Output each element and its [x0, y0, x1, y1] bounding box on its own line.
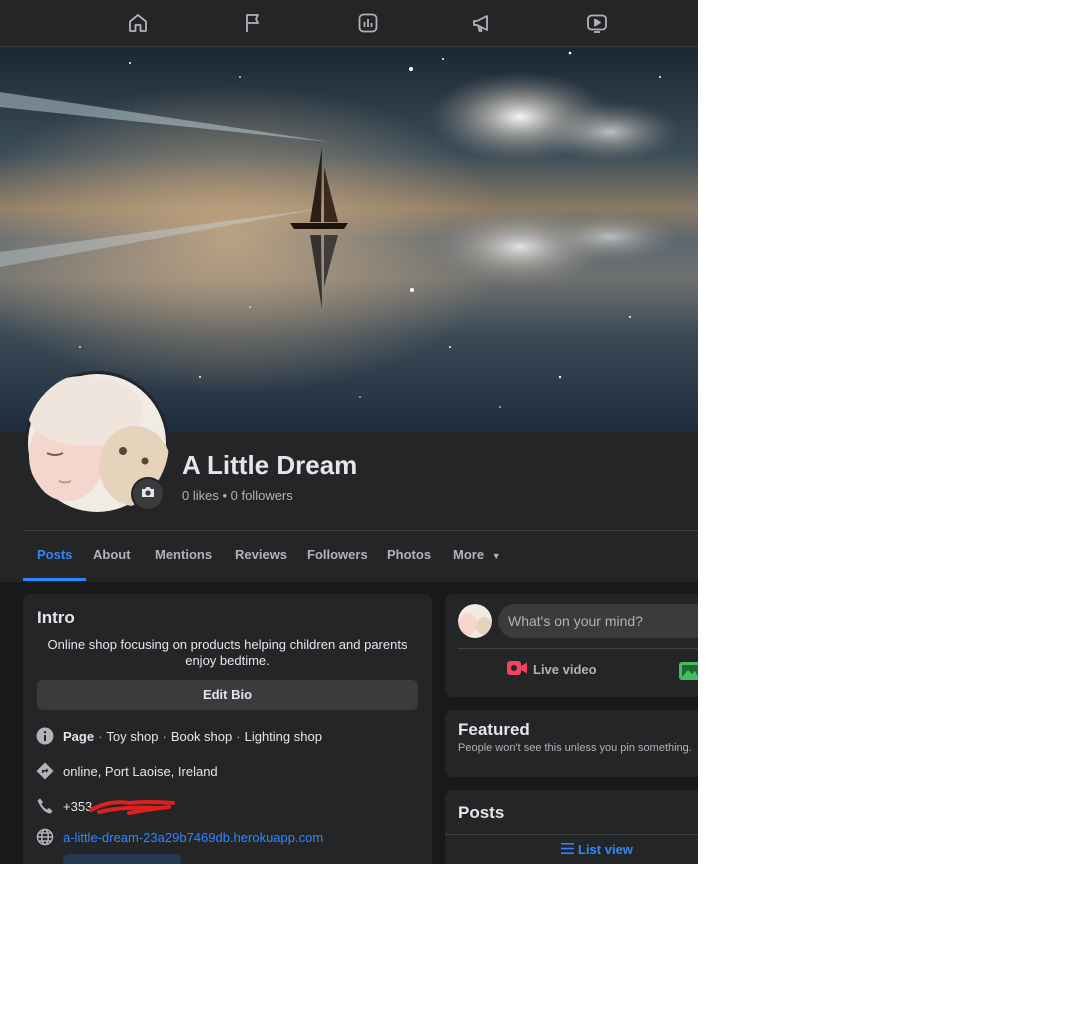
composer-divider	[458, 648, 698, 649]
info-row-location: online, Port Laoise, Ireland	[35, 760, 218, 782]
info-row-website: a-little-dream-23a29b7469db.herokuapp.co…	[35, 826, 323, 848]
posts-title: Posts	[458, 803, 505, 822]
live-video-button[interactable]: Live video	[507, 660, 597, 679]
tab-reviews[interactable]: Reviews	[235, 531, 287, 581]
featured-title: Featured	[458, 720, 530, 739]
post-composer: What's on your mind? Live video	[445, 594, 698, 697]
watch-icon[interactable]	[585, 11, 609, 35]
posts-divider	[445, 834, 698, 835]
tab-mentions[interactable]: Mentions	[155, 531, 212, 581]
category-lighting-shop[interactable]: Lighting shop	[245, 729, 322, 744]
list-view-label: List view	[578, 842, 633, 857]
flag-icon[interactable]	[241, 11, 265, 35]
category-book-shop[interactable]: Book shop	[171, 729, 232, 744]
globe-icon	[35, 827, 55, 847]
location-text: online, Port Laoise, Ireland	[63, 763, 218, 779]
phone-icon	[35, 796, 55, 816]
tab-followers[interactable]: Followers	[307, 531, 368, 581]
category-toy-shop[interactable]: Toy shop	[106, 729, 158, 744]
list-view-button[interactable]: List view	[561, 842, 633, 857]
tab-photos[interactable]: Photos	[387, 531, 431, 581]
separator-dot: ·	[98, 728, 103, 744]
tab-about[interactable]: About	[93, 531, 131, 581]
tab-posts[interactable]: Posts	[23, 531, 87, 581]
live-video-label: Live video	[533, 662, 597, 677]
megaphone-icon[interactable]	[470, 11, 494, 35]
intro-title: Intro	[37, 608, 75, 627]
phone-number: +353	[63, 798, 93, 814]
photo-video-icon[interactable]	[679, 662, 698, 685]
change-profile-picture-button[interactable]	[131, 477, 165, 511]
featured-note: People won't see this unless you pin som…	[458, 742, 692, 754]
redaction-scribble	[89, 800, 175, 815]
tab-more[interactable]: More ▼	[453, 531, 501, 581]
home-icon[interactable]	[126, 11, 150, 35]
intro-bio: Online shop focusing on products helping…	[47, 637, 408, 668]
intro-action-button[interactable]	[63, 854, 181, 864]
category-prefix: Page	[63, 728, 95, 744]
list-icon	[561, 842, 574, 857]
featured-card: Featured People won't see this unless yo…	[445, 710, 698, 777]
tab-more-label: More	[453, 547, 485, 562]
website-link[interactable]: a-little-dream-23a29b7469db.herokuapp.co…	[63, 830, 323, 845]
info-row-category: Page · Toy shop · Book shop · Lighting s…	[35, 725, 322, 747]
info-icon	[35, 726, 55, 746]
separator-dot: ·	[236, 728, 241, 744]
edit-bio-button[interactable]: Edit Bio	[37, 680, 418, 710]
composer-avatar[interactable]	[458, 604, 492, 638]
profile-tabs: Posts About Mentions Reviews Followers P…	[23, 531, 698, 581]
camera-icon	[140, 484, 156, 505]
page-stats[interactable]: 0 likes • 0 followers	[182, 488, 293, 503]
caret-down-icon: ▼	[491, 551, 501, 561]
directions-icon	[35, 761, 55, 781]
posts-card: Posts List view	[445, 790, 698, 864]
live-video-icon	[507, 660, 527, 679]
page-title: A Little Dream	[182, 450, 358, 480]
top-navigation-bar	[0, 0, 698, 47]
intro-card: Intro Online shop focusing on products h…	[23, 594, 432, 864]
info-row-phone: +353	[35, 795, 92, 817]
insights-icon[interactable]	[356, 11, 380, 35]
separator-dot: ·	[162, 728, 167, 744]
page-viewport: A Little Dream 0 likes • 0 followers Pos…	[0, 0, 698, 864]
whats-on-your-mind-input[interactable]: What's on your mind?	[498, 604, 698, 638]
